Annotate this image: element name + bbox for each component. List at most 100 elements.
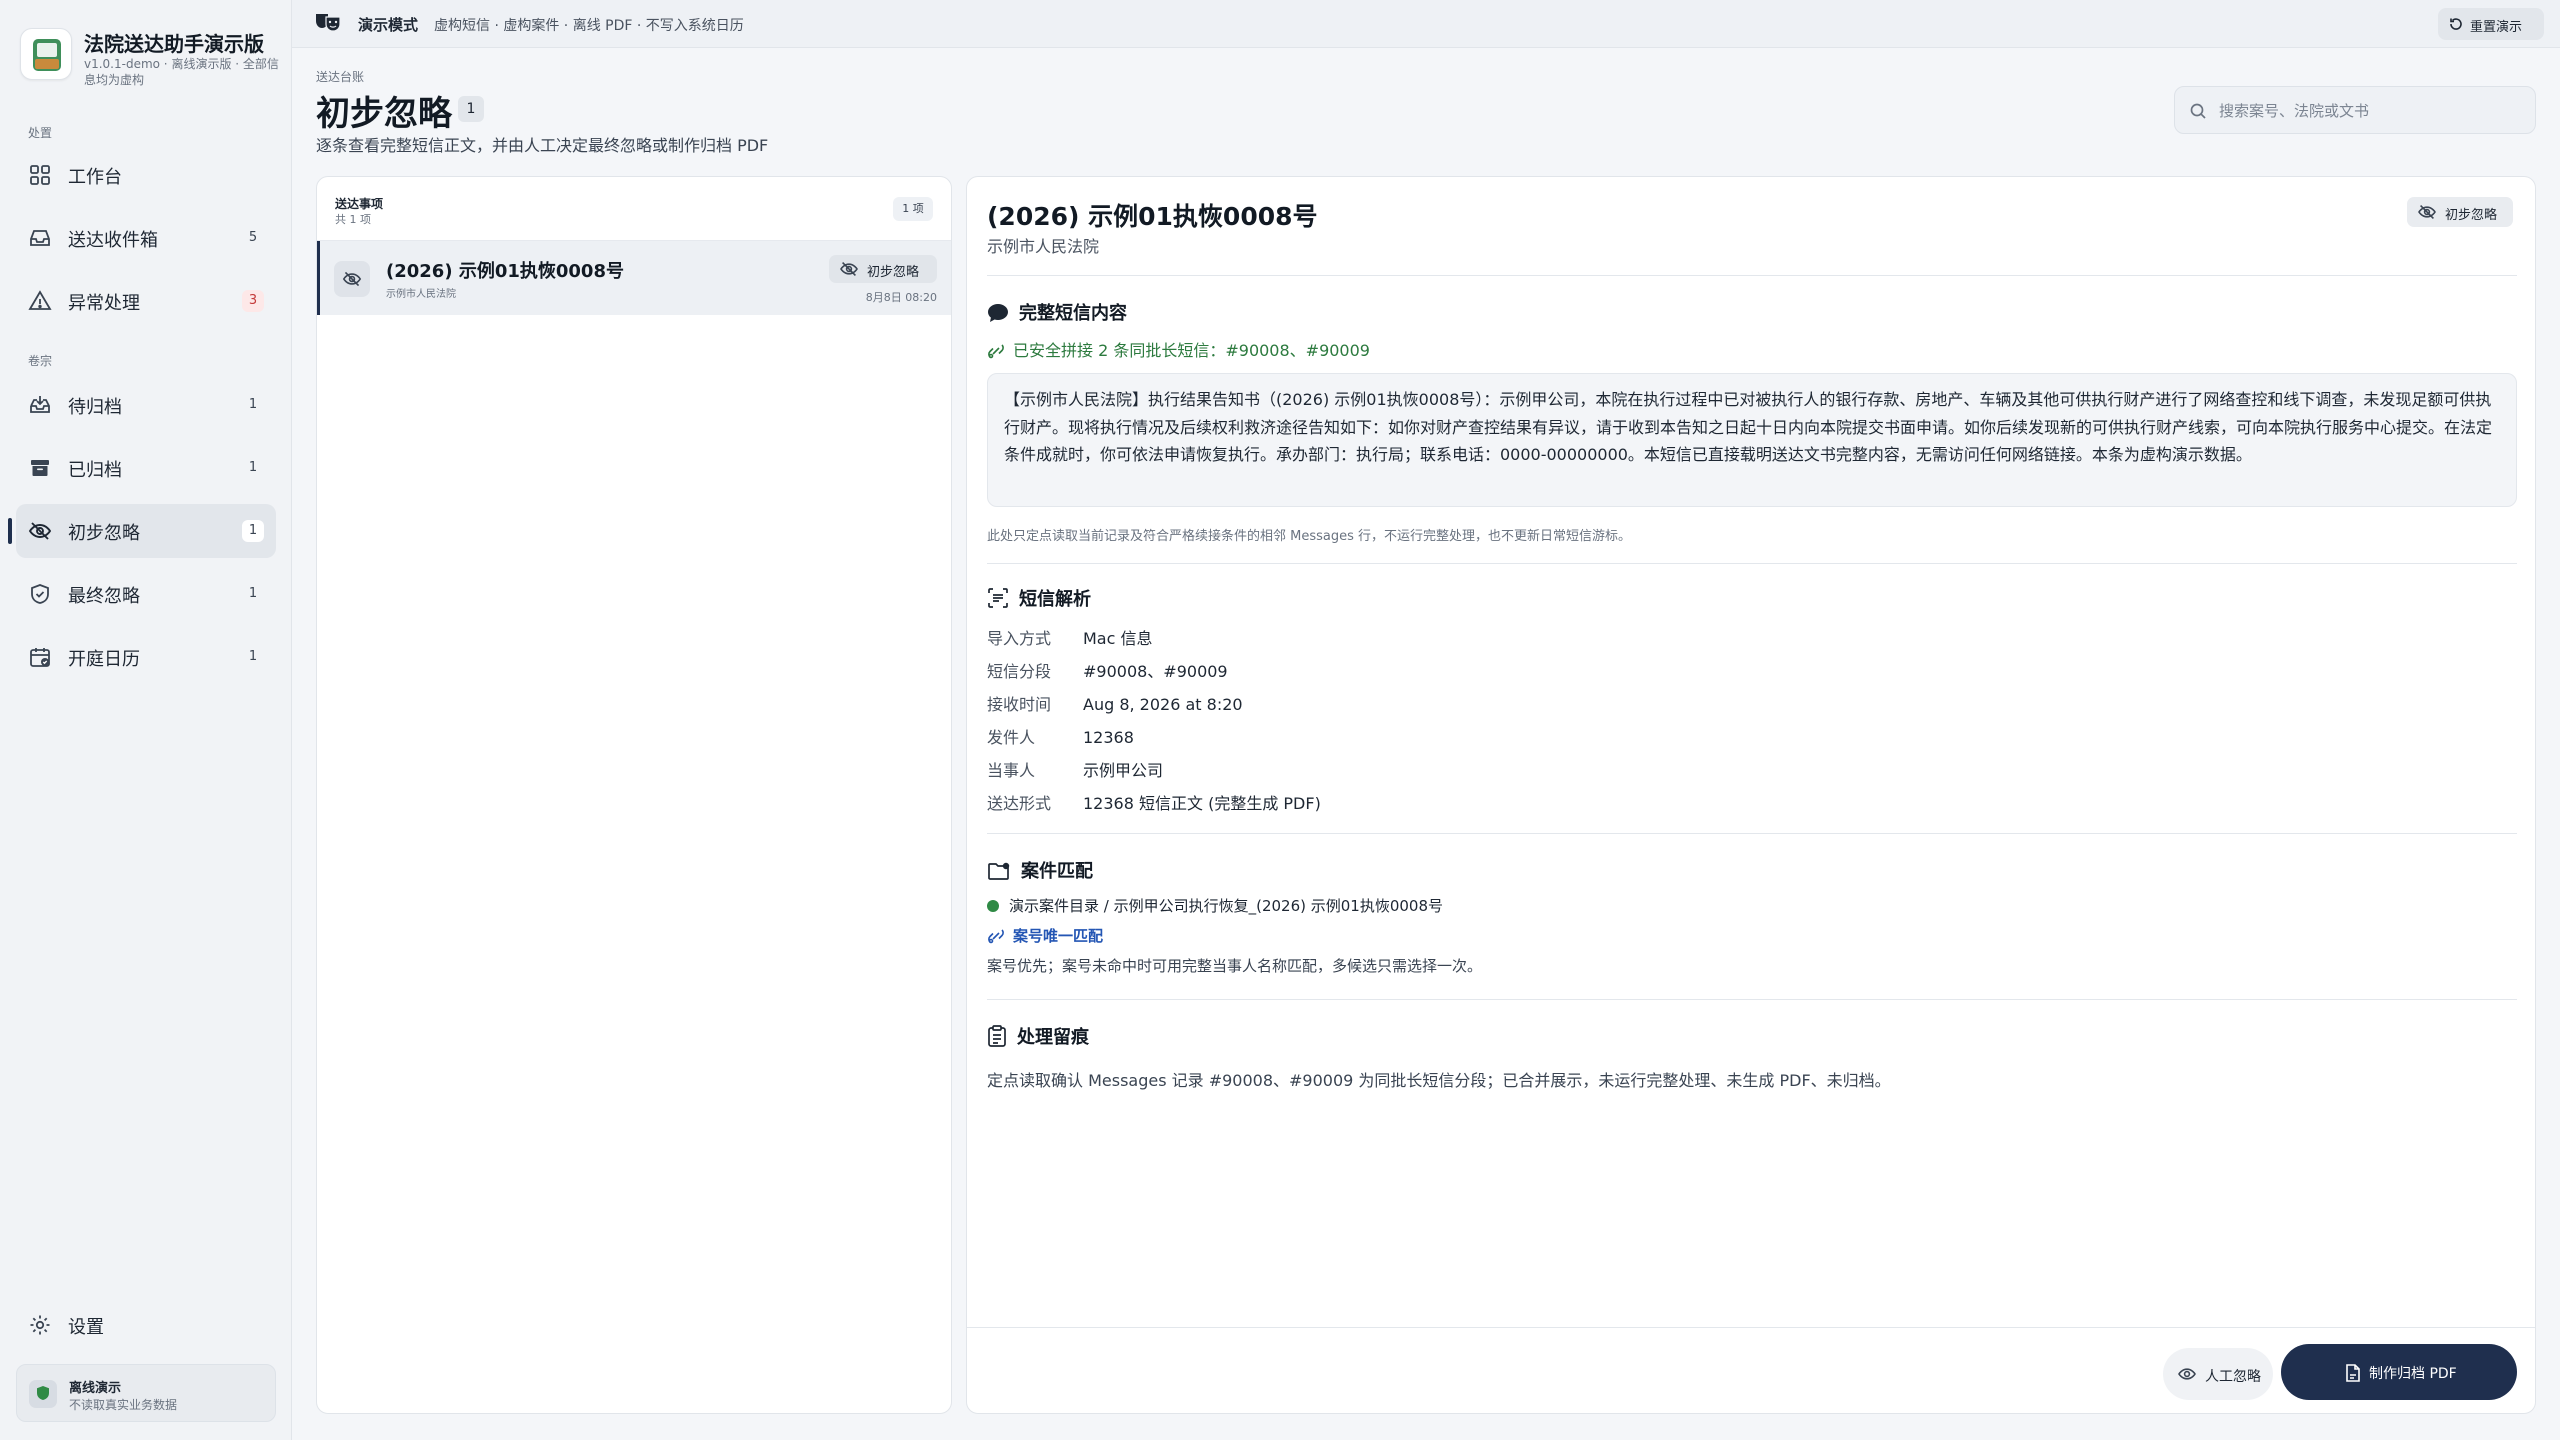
check-circle-icon: [987, 900, 999, 912]
field-sms-segments: 短信分段 #90008、#90009: [987, 658, 1228, 682]
divider: [987, 833, 2517, 834]
dashboard-grid-icon: [30, 165, 50, 185]
field-received-time: 接收时间 Aug 8, 2026 at 8:20: [987, 691, 1243, 715]
sidebar-item-inbox[interactable]: 送达收件箱 5: [16, 211, 276, 265]
calendar-check-icon: [30, 648, 50, 667]
match-result-text: 案号唯一匹配: [1013, 927, 1104, 945]
field-key: 短信分段: [987, 662, 1052, 681]
detail-status-tag: 初步忽略: [2407, 197, 2513, 227]
make-archive-pdf-button[interactable]: 制作归档 PDF: [2281, 1344, 2517, 1400]
app-logo-icon: [20, 28, 72, 80]
list-item-status-tag: 初步忽略: [829, 255, 937, 283]
section-title-text: 短信解析: [1019, 589, 1091, 610]
sidebar-item-count: 1: [248, 649, 258, 664]
demo-banner: 演示模式 虚构短信 · 虚构案件 · 离线 PDF · 不写入系统日历 重置演示: [292, 0, 2560, 48]
demo-mode-label: 演示模式: [358, 16, 419, 34]
section-title-text: 案件匹配: [1021, 861, 1093, 882]
merge-status-text: 已安全拼接 2 条同批长短信：#90008、#90009: [1013, 341, 1370, 360]
section-label-archive: 卷宗: [28, 354, 53, 368]
section-title-text: 处理留痕: [1017, 1027, 1089, 1048]
section-processing-log: 处理留痕: [987, 1023, 1089, 1049]
page-description: 逐条查看完整短信正文，并由人工决定最终忽略或制作归档 PDF: [316, 136, 769, 155]
sidebar-item-label: 异常处理: [68, 293, 140, 314]
app-brand: 法院送达助手演示版 v1.0.1-demo · 离线演示版 · 全部信息均为虚构: [20, 28, 280, 88]
field-key: 接收时间: [987, 695, 1052, 714]
search-input[interactable]: [2219, 99, 2519, 123]
field-delivery-form: 送达形式 12368 短信正文 (完整生成 PDF): [987, 790, 1321, 814]
eye-off-icon: [840, 262, 858, 276]
folder-search-icon: [988, 862, 1010, 880]
list-subtitle: 共 1 项: [335, 213, 371, 226]
link-icon: [988, 929, 1004, 944]
eye-icon: [2178, 1368, 2196, 1380]
search-box[interactable]: [2174, 86, 2536, 134]
inbox-icon: [30, 230, 50, 246]
sidebar-item-label: 送达收件箱: [68, 230, 158, 251]
archive-box-icon: [31, 460, 49, 476]
offline-title: 离线演示: [69, 1381, 122, 1396]
list-item[interactable]: (2026) 示例01执恢0008号 示例市人民法院 初步忽略 8月8日 08:…: [317, 241, 951, 315]
sidebar-item-final-ignore[interactable]: 最终忽略 1: [16, 567, 276, 621]
eye-off-icon: [28, 522, 52, 540]
demo-mode-description: 虚构短信 · 虚构案件 · 离线 PDF · 不写入系统日历: [434, 18, 744, 34]
gear-icon: [30, 1315, 50, 1335]
document-pdf-icon: [2346, 1364, 2360, 1382]
sidebar-item-archived[interactable]: 已归档 1: [16, 441, 276, 495]
sidebar-item-court-calendar[interactable]: 开庭日历 1: [16, 630, 276, 684]
processing-log-text: 定点读取确认 Messages 记录 #90008、#90009 为同批长短信分…: [987, 1071, 1891, 1090]
manual-ignore-label: 人工忽略: [2205, 1369, 2261, 1385]
section-sms-parse: 短信解析: [987, 585, 1091, 611]
match-note: 案号优先；案号未命中时可用完整当事人名称匹配，多候选只需选择一次。: [987, 957, 1483, 975]
make-archive-pdf-label: 制作归档 PDF: [2369, 1366, 2457, 1382]
section-sms-content: 完整短信内容: [987, 299, 1127, 325]
detail-case-number: (2026) 示例01执恢0008号: [987, 202, 1318, 231]
sidebar-item-exceptions[interactable]: 异常处理 3: [16, 274, 276, 328]
merge-status: 已安全拼接 2 条同批长短信：#90008、#90009: [987, 337, 1370, 361]
offline-subtitle: 不读取真实业务数据: [69, 1398, 178, 1412]
sidebar-item-label: 最终忽略: [68, 586, 140, 607]
reset-demo-button[interactable]: 重置演示: [2438, 8, 2544, 40]
sidebar-item-count: 1: [248, 397, 258, 412]
manual-ignore-button[interactable]: 人工忽略: [2163, 1348, 2273, 1400]
list-title: 送达事项: [335, 197, 384, 211]
field-value: 12368: [1083, 728, 1134, 747]
section-case-match: 案件匹配: [987, 857, 1093, 883]
sidebar-item-dashboard[interactable]: 工作台: [16, 148, 276, 202]
list-item-case-number: (2026) 示例01执恢0008号: [386, 261, 624, 282]
sidebar-item-preliminary-ignore[interactable]: 初步忽略 1: [16, 504, 276, 558]
sms-body: 【示例市人民法院】执行结果告知书（(2026) 示例01执恢0008号）：示例甲…: [987, 373, 2517, 507]
page-title: 初步忽略: [316, 94, 452, 134]
app-subtitle: v1.0.1-demo · 离线演示版 · 全部信息均为虚构: [84, 57, 279, 87]
detail-status-label: 初步忽略: [2445, 208, 2498, 223]
sidebar-item-label: 待归档: [68, 397, 122, 418]
field-sender: 发件人 12368: [987, 724, 1134, 748]
warning-triangle-icon: [28, 290, 52, 310]
sidebar-item-label: 设置: [68, 1317, 104, 1338]
sidebar: 法院送达助手演示版 v1.0.1-demo · 离线演示版 · 全部信息均为虚构…: [0, 0, 292, 1440]
field-key: 送达形式: [987, 794, 1052, 813]
matched-case-path: 演示案件目录 / 示例甲公司执行恢复_(2026) 示例01执恢0008号: [987, 895, 1443, 916]
sidebar-item-count: 3: [242, 290, 264, 312]
divider: [987, 275, 2517, 276]
app-title: 法院送达助手演示版: [84, 32, 264, 56]
field-value: Mac 信息: [1083, 629, 1153, 648]
field-import-method: 导入方式 Mac 信息: [987, 625, 1153, 649]
sidebar-item-settings[interactable]: 设置: [16, 1298, 276, 1352]
sidebar-item-count: 1: [248, 586, 258, 601]
field-party: 当事人 示例甲公司: [987, 757, 1163, 781]
link-merge-icon: [988, 344, 1004, 359]
section-label-handle: 处置: [28, 126, 53, 140]
divider: [987, 563, 2517, 564]
list-count-badge: 1 项: [893, 197, 933, 221]
active-indicator: [8, 518, 12, 544]
sidebar-item-count: 5: [248, 230, 258, 245]
section-title-text: 完整短信内容: [1019, 303, 1127, 324]
sidebar-item-label: 初步忽略: [68, 523, 140, 544]
match-result: 案号唯一匹配: [987, 925, 1103, 946]
shield-icon: [29, 1380, 57, 1408]
field-value: Aug 8, 2026 at 8:20: [1083, 695, 1243, 714]
sidebar-item-label: 工作台: [68, 167, 122, 188]
theater-mask-icon: [316, 14, 341, 32]
read-note: 此处只定点读取当前记录及符合严格续接条件的相邻 Messages 行，不运行完整…: [987, 529, 1632, 544]
sidebar-item-pending-archive[interactable]: 待归档 1: [16, 378, 276, 432]
